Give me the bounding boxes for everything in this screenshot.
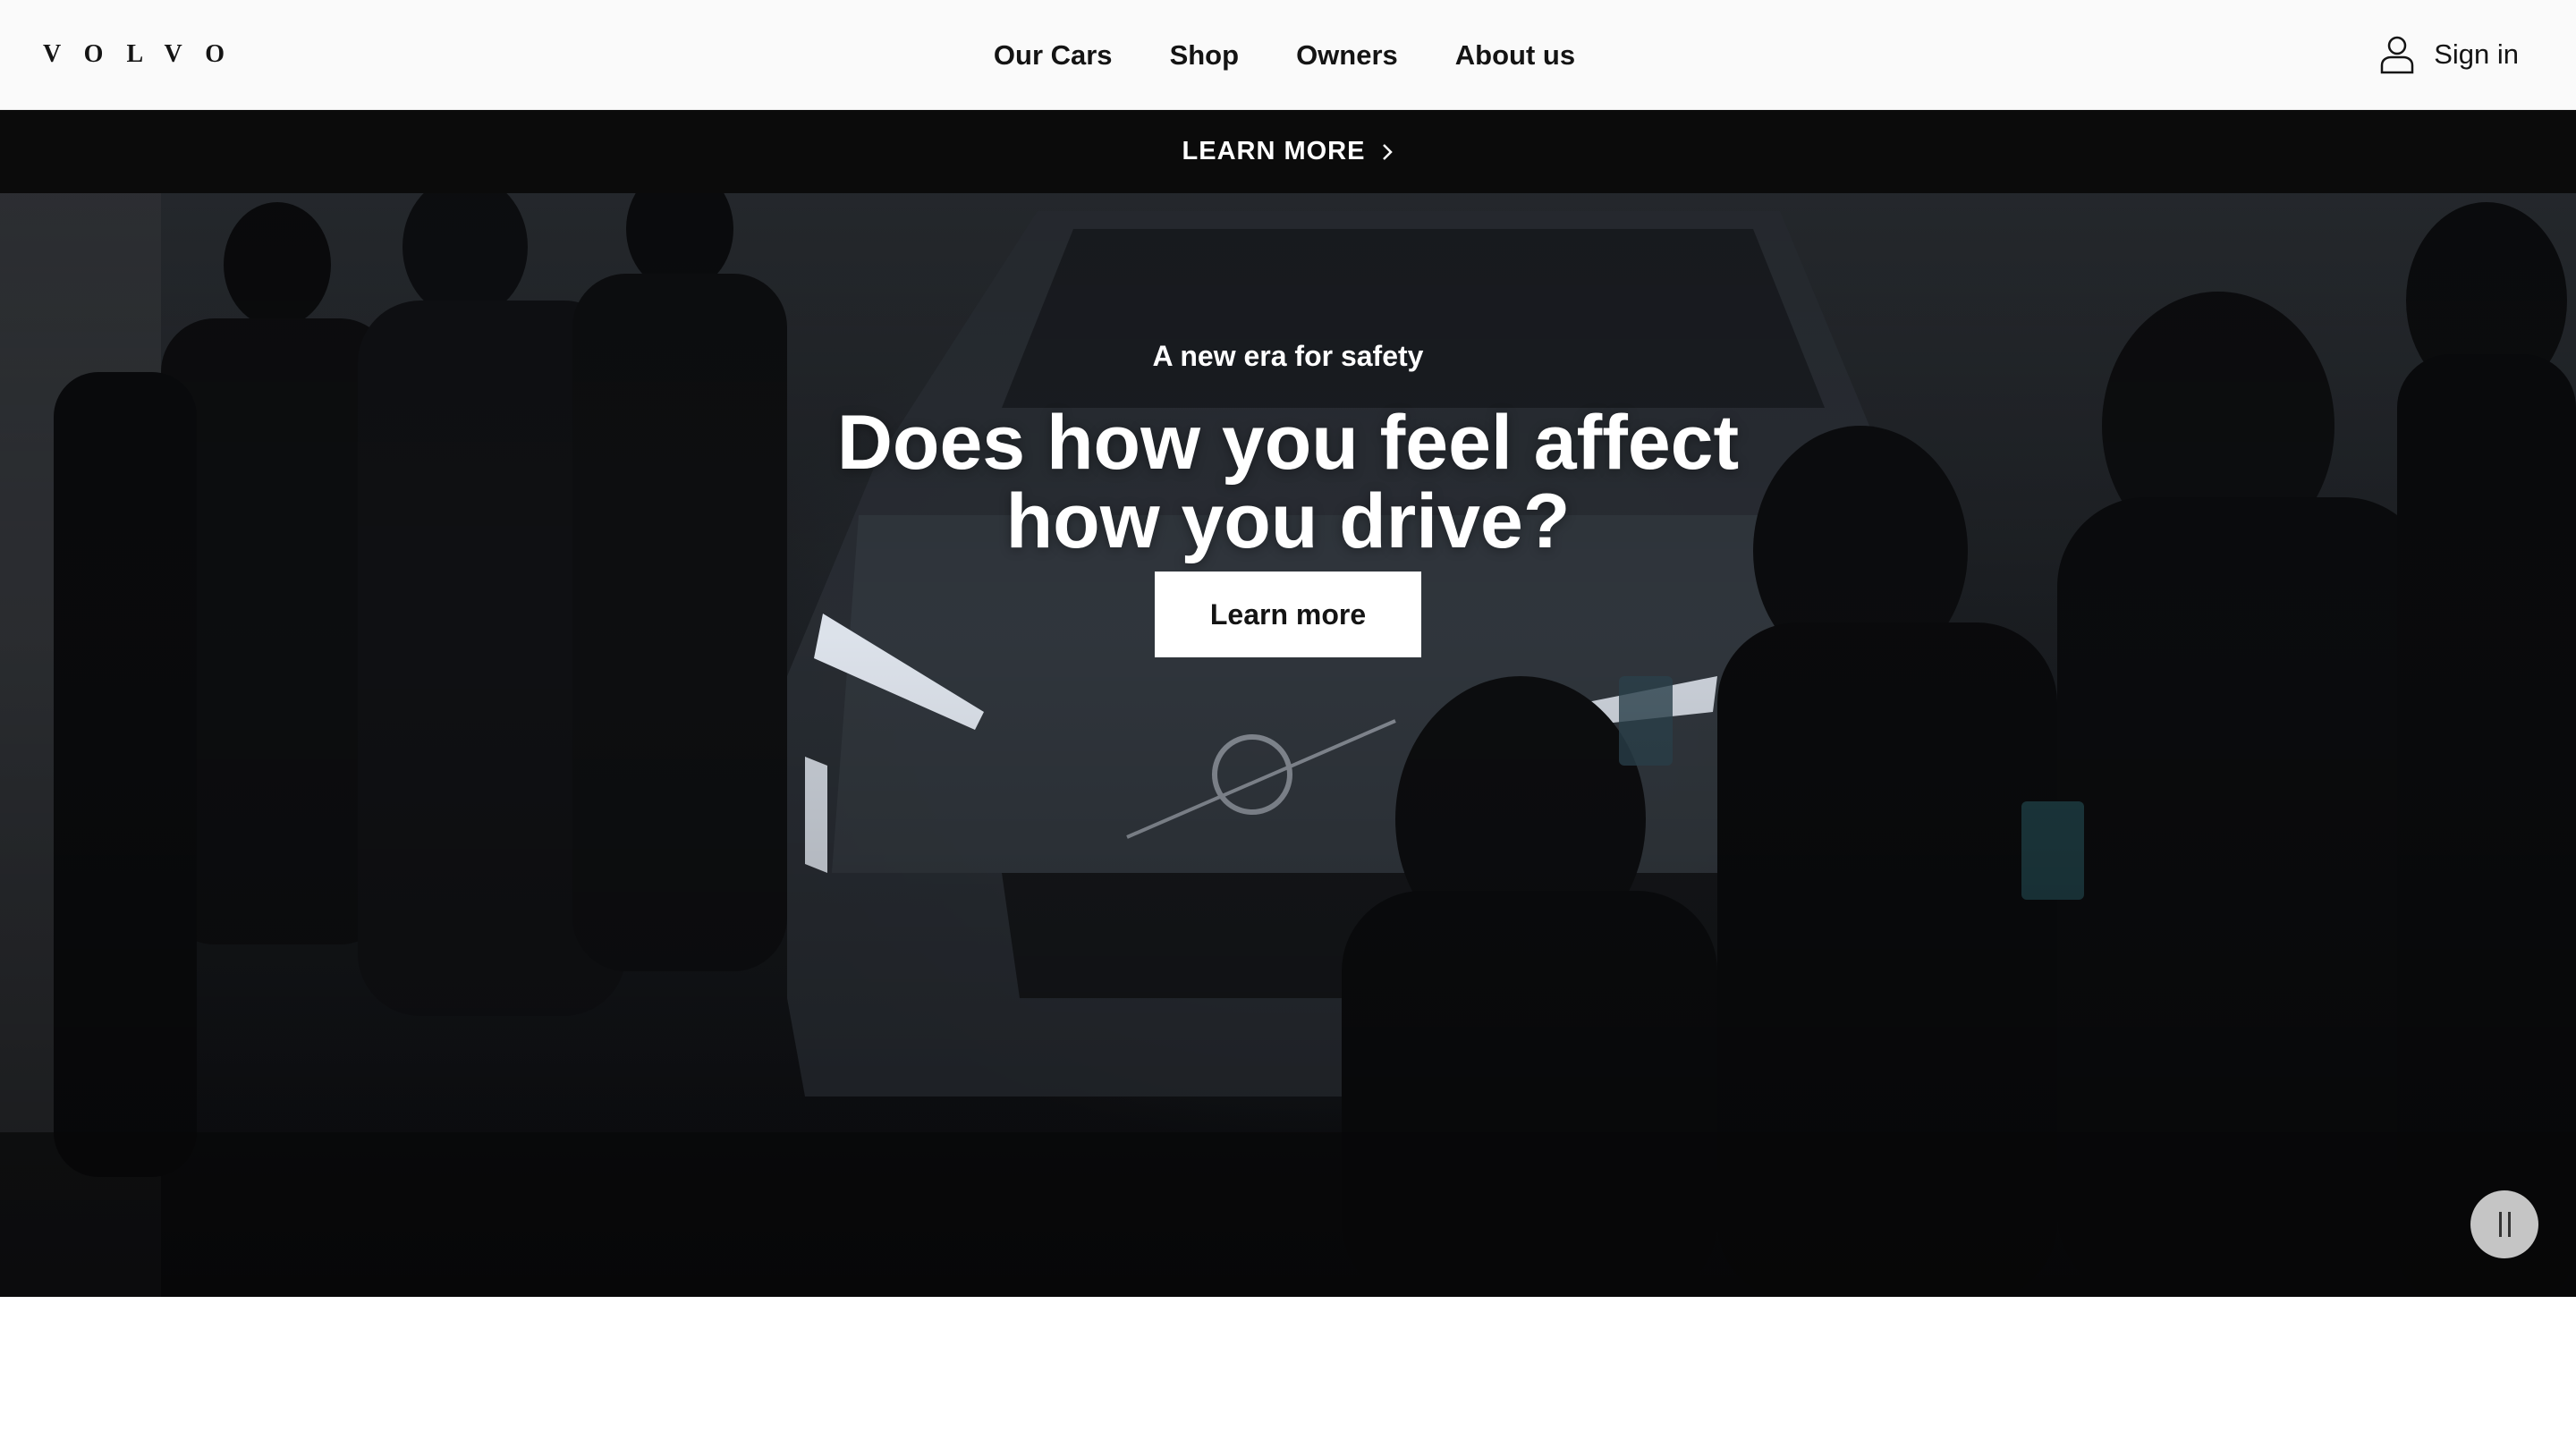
sign-in-label: Sign in (2434, 38, 2519, 70)
nav-shop[interactable]: Shop (1170, 39, 1240, 71)
pause-icon-bar (2507, 1212, 2511, 1237)
promo-label: LEARN MORE (1182, 137, 1366, 165)
nav-owners[interactable]: Owners (1296, 39, 1398, 71)
hero-content: A new era for safety Does how you feel a… (0, 340, 2576, 657)
site-header: VOLVO Our Cars Shop Owners About us Sign… (0, 0, 2576, 110)
nav-our-cars[interactable]: Our Cars (994, 39, 1113, 71)
main-nav-list: Our Cars Shop Owners About us (994, 39, 1575, 72)
nav-about-us[interactable]: About us (1455, 39, 1575, 71)
main-nav: Our Cars Shop Owners About us (0, 0, 2576, 110)
pause-icon (2498, 1212, 2502, 1237)
video-pause-button[interactable] (2470, 1190, 2538, 1258)
user-icon (2380, 36, 2414, 74)
hero-headline: Does how you feel affect how you drive? (836, 400, 1740, 564)
hero-video: A new era for safety Does how you feel a… (0, 193, 2576, 1297)
sign-in-button[interactable]: Sign in (2380, 30, 2519, 79)
learn-more-button[interactable]: Learn more (1155, 572, 1421, 657)
promo-bar: LEARN MORE (0, 110, 2576, 193)
chevron-right-icon (1383, 143, 1394, 160)
promo-learn-more-link[interactable]: LEARN MORE (1182, 137, 1394, 166)
hero-eyebrow: A new era for safety (1152, 340, 1424, 372)
